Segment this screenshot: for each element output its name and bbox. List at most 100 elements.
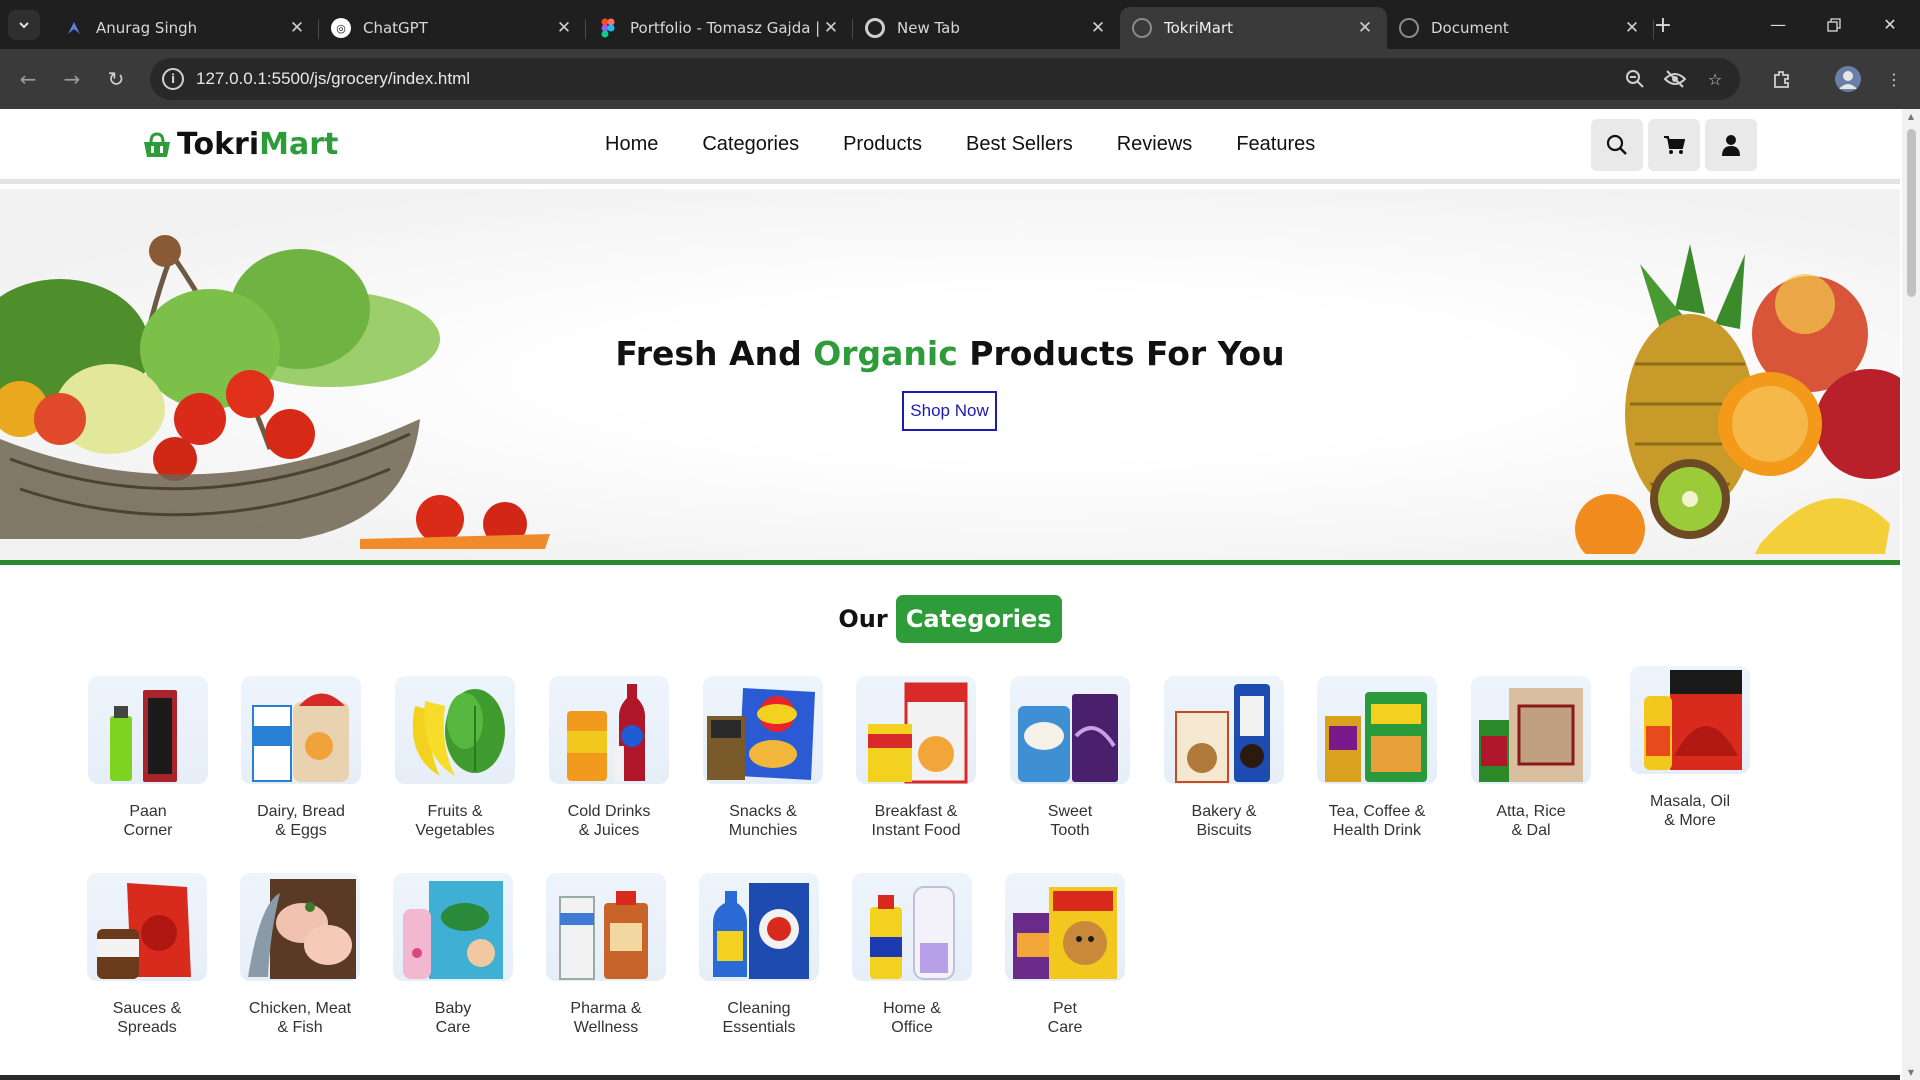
category-card-pet-care[interactable]: Pet Care	[995, 873, 1135, 1037]
nav-categories[interactable]: Categories	[702, 133, 799, 156]
category-card-cleaning-essentials[interactable]: Cleaning Essentials	[689, 873, 829, 1037]
category-card-sauces-spreads[interactable]: Sauces & Spreads	[77, 873, 217, 1037]
nav-home[interactable]: Home	[605, 133, 658, 156]
category-image	[1010, 676, 1130, 784]
vegetable-basket-image	[0, 235, 550, 549]
category-card-atta-rice-dal[interactable]: Atta, Rice & Dal	[1461, 676, 1601, 840]
close-window-icon[interactable]: ✕	[1862, 0, 1918, 49]
vertical-scrollbar[interactable]: ▲ ▼	[1902, 109, 1920, 1080]
eye-off-icon[interactable]	[1664, 68, 1686, 90]
tab-chatgpt[interactable]: ◎ ChatGPT ✕	[319, 7, 586, 49]
category-label: Pet Care	[1047, 1000, 1083, 1036]
nav-products[interactable]: Products	[843, 133, 922, 156]
category-label: Fruits & Vegetables	[415, 803, 495, 839]
category-image	[393, 873, 513, 981]
category-image	[88, 676, 208, 784]
category-image	[546, 873, 666, 981]
nav-features[interactable]: Features	[1236, 133, 1315, 156]
tab-title: Anurag Singh	[96, 19, 198, 37]
search-icon	[1606, 134, 1627, 155]
page-viewport: Tokri Mart Home Categories Products Best …	[0, 109, 1920, 1080]
category-card-paan-corner[interactable]: Paan Corner	[78, 676, 218, 840]
page-divider	[0, 1075, 1900, 1080]
site-logo[interactable]: Tokri Mart	[143, 127, 338, 162]
tab-anurag-singh[interactable]: Anurag Singh ✕	[52, 7, 319, 49]
category-card-breakfast-instant-food[interactable]: Breakfast & Instant Food	[846, 676, 986, 840]
tab-document[interactable]: Document ✕	[1387, 7, 1654, 49]
category-card-home-office[interactable]: Home & Office	[842, 873, 982, 1037]
category-image	[1630, 666, 1750, 774]
close-icon[interactable]: ✕	[1622, 18, 1642, 38]
site-header: Tokri Mart Home Categories Products Best …	[0, 109, 1900, 184]
feather-icon	[64, 18, 84, 38]
tab-new-tab[interactable]: New Tab ✕	[853, 7, 1120, 49]
tab-portfolio[interactable]: Portfolio - Tomasz Gajda | I ✕	[586, 7, 853, 49]
cart-icon	[1664, 136, 1685, 154]
url-text[interactable]: 127.0.0.1:5500/js/grocery/index.html	[196, 69, 470, 89]
close-icon[interactable]: ✕	[1355, 18, 1375, 38]
category-label: Home & Office	[883, 1000, 941, 1036]
chrome-icon	[865, 18, 885, 38]
search-button[interactable]	[1591, 119, 1643, 171]
scrollbar-thumb[interactable]	[1907, 129, 1916, 297]
category-image	[1471, 676, 1591, 784]
category-label: Atta, Rice & Dal	[1496, 803, 1566, 839]
category-image	[241, 676, 361, 784]
hero-title-end: Products For You	[957, 334, 1285, 373]
close-icon[interactable]: ✕	[1088, 18, 1108, 38]
category-card-sweet-tooth[interactable]: Sweet Tooth	[1000, 676, 1140, 840]
category-label: Pharma & Wellness	[570, 1000, 642, 1036]
category-card-dairy-bread-eggs[interactable]: Dairy, Bread & Eggs	[231, 676, 371, 840]
category-card-snacks-munchies[interactable]: Snacks & Munchies	[693, 676, 833, 840]
cart-button[interactable]	[1648, 119, 1700, 171]
globe-icon	[1132, 18, 1152, 38]
close-icon[interactable]: ✕	[554, 18, 574, 38]
category-image	[1005, 873, 1125, 981]
reload-icon[interactable]: ↻	[100, 63, 132, 95]
shop-now-button[interactable]: Shop Now	[902, 391, 997, 431]
category-card-bakery-biscuits[interactable]: Bakery & Biscuits	[1154, 676, 1294, 840]
star-icon[interactable]: ☆	[1704, 68, 1726, 90]
restore-icon[interactable]	[1806, 0, 1862, 49]
category-image	[1317, 676, 1437, 784]
hero-title-start: Fresh And	[615, 334, 814, 373]
avatar-icon[interactable]	[1832, 63, 1864, 95]
category-card-cold-drinks-juices[interactable]: Cold Drinks & Juices	[539, 676, 679, 840]
close-icon[interactable]: ✕	[287, 18, 307, 38]
hero-title-highlight: Organic	[813, 334, 958, 373]
category-image	[1164, 676, 1284, 784]
tab-tokrimart[interactable]: TokriMart ✕	[1120, 7, 1387, 49]
tab-search-button[interactable]	[8, 10, 40, 40]
scroll-up-arrow-icon[interactable]: ▲	[1906, 112, 1916, 121]
category-card-masala-oil[interactable]: Masala, Oil & More	[1620, 666, 1760, 830]
arrow-left-icon[interactable]: ←	[12, 63, 44, 95]
arrow-right-icon[interactable]: →	[56, 63, 88, 95]
address-bar[interactable]: i 127.0.0.1:5500/js/grocery/index.html ☆	[150, 58, 1740, 100]
info-icon[interactable]: i	[162, 68, 184, 90]
category-card-fruits-vegetables[interactable]: Fruits & Vegetables	[385, 676, 525, 840]
nav-reviews[interactable]: Reviews	[1117, 133, 1193, 156]
category-label: Cold Drinks & Juices	[567, 803, 651, 839]
user-button[interactable]	[1705, 119, 1757, 171]
tab-title: TokriMart	[1164, 19, 1233, 37]
close-icon[interactable]: ✕	[821, 18, 841, 38]
category-card-tea-coffee[interactable]: Tea, Coffee & Health Drink	[1307, 676, 1447, 840]
category-label: Tea, Coffee & Health Drink	[1328, 803, 1426, 839]
category-card-chicken-meat-fish[interactable]: Chicken, Meat & Fish	[230, 873, 370, 1037]
puzzle-icon[interactable]	[1766, 63, 1798, 95]
scroll-down-arrow-icon[interactable]: ▼	[1906, 1068, 1916, 1077]
tab-title: ChatGPT	[363, 19, 428, 37]
plus-icon[interactable]: +	[1648, 12, 1678, 42]
category-card-baby-care[interactable]: Baby Care	[383, 873, 523, 1037]
category-label: Breakfast & Instant Food	[871, 803, 961, 839]
shopping-basket-icon	[144, 131, 170, 157]
main-nav: Home Categories Products Best Sellers Re…	[605, 133, 1315, 156]
category-card-pharma-wellness[interactable]: Pharma & Wellness	[536, 873, 676, 1037]
kebab-menu-icon[interactable]: ⋮	[1878, 63, 1910, 95]
category-image	[856, 676, 976, 784]
category-label: Snacks & Munchies	[728, 803, 798, 839]
zoom-out-icon[interactable]	[1624, 68, 1646, 90]
minimize-icon[interactable]: —	[1750, 0, 1806, 49]
logo-text-green: Mart	[259, 127, 339, 162]
nav-best-sellers[interactable]: Best Sellers	[966, 133, 1073, 156]
